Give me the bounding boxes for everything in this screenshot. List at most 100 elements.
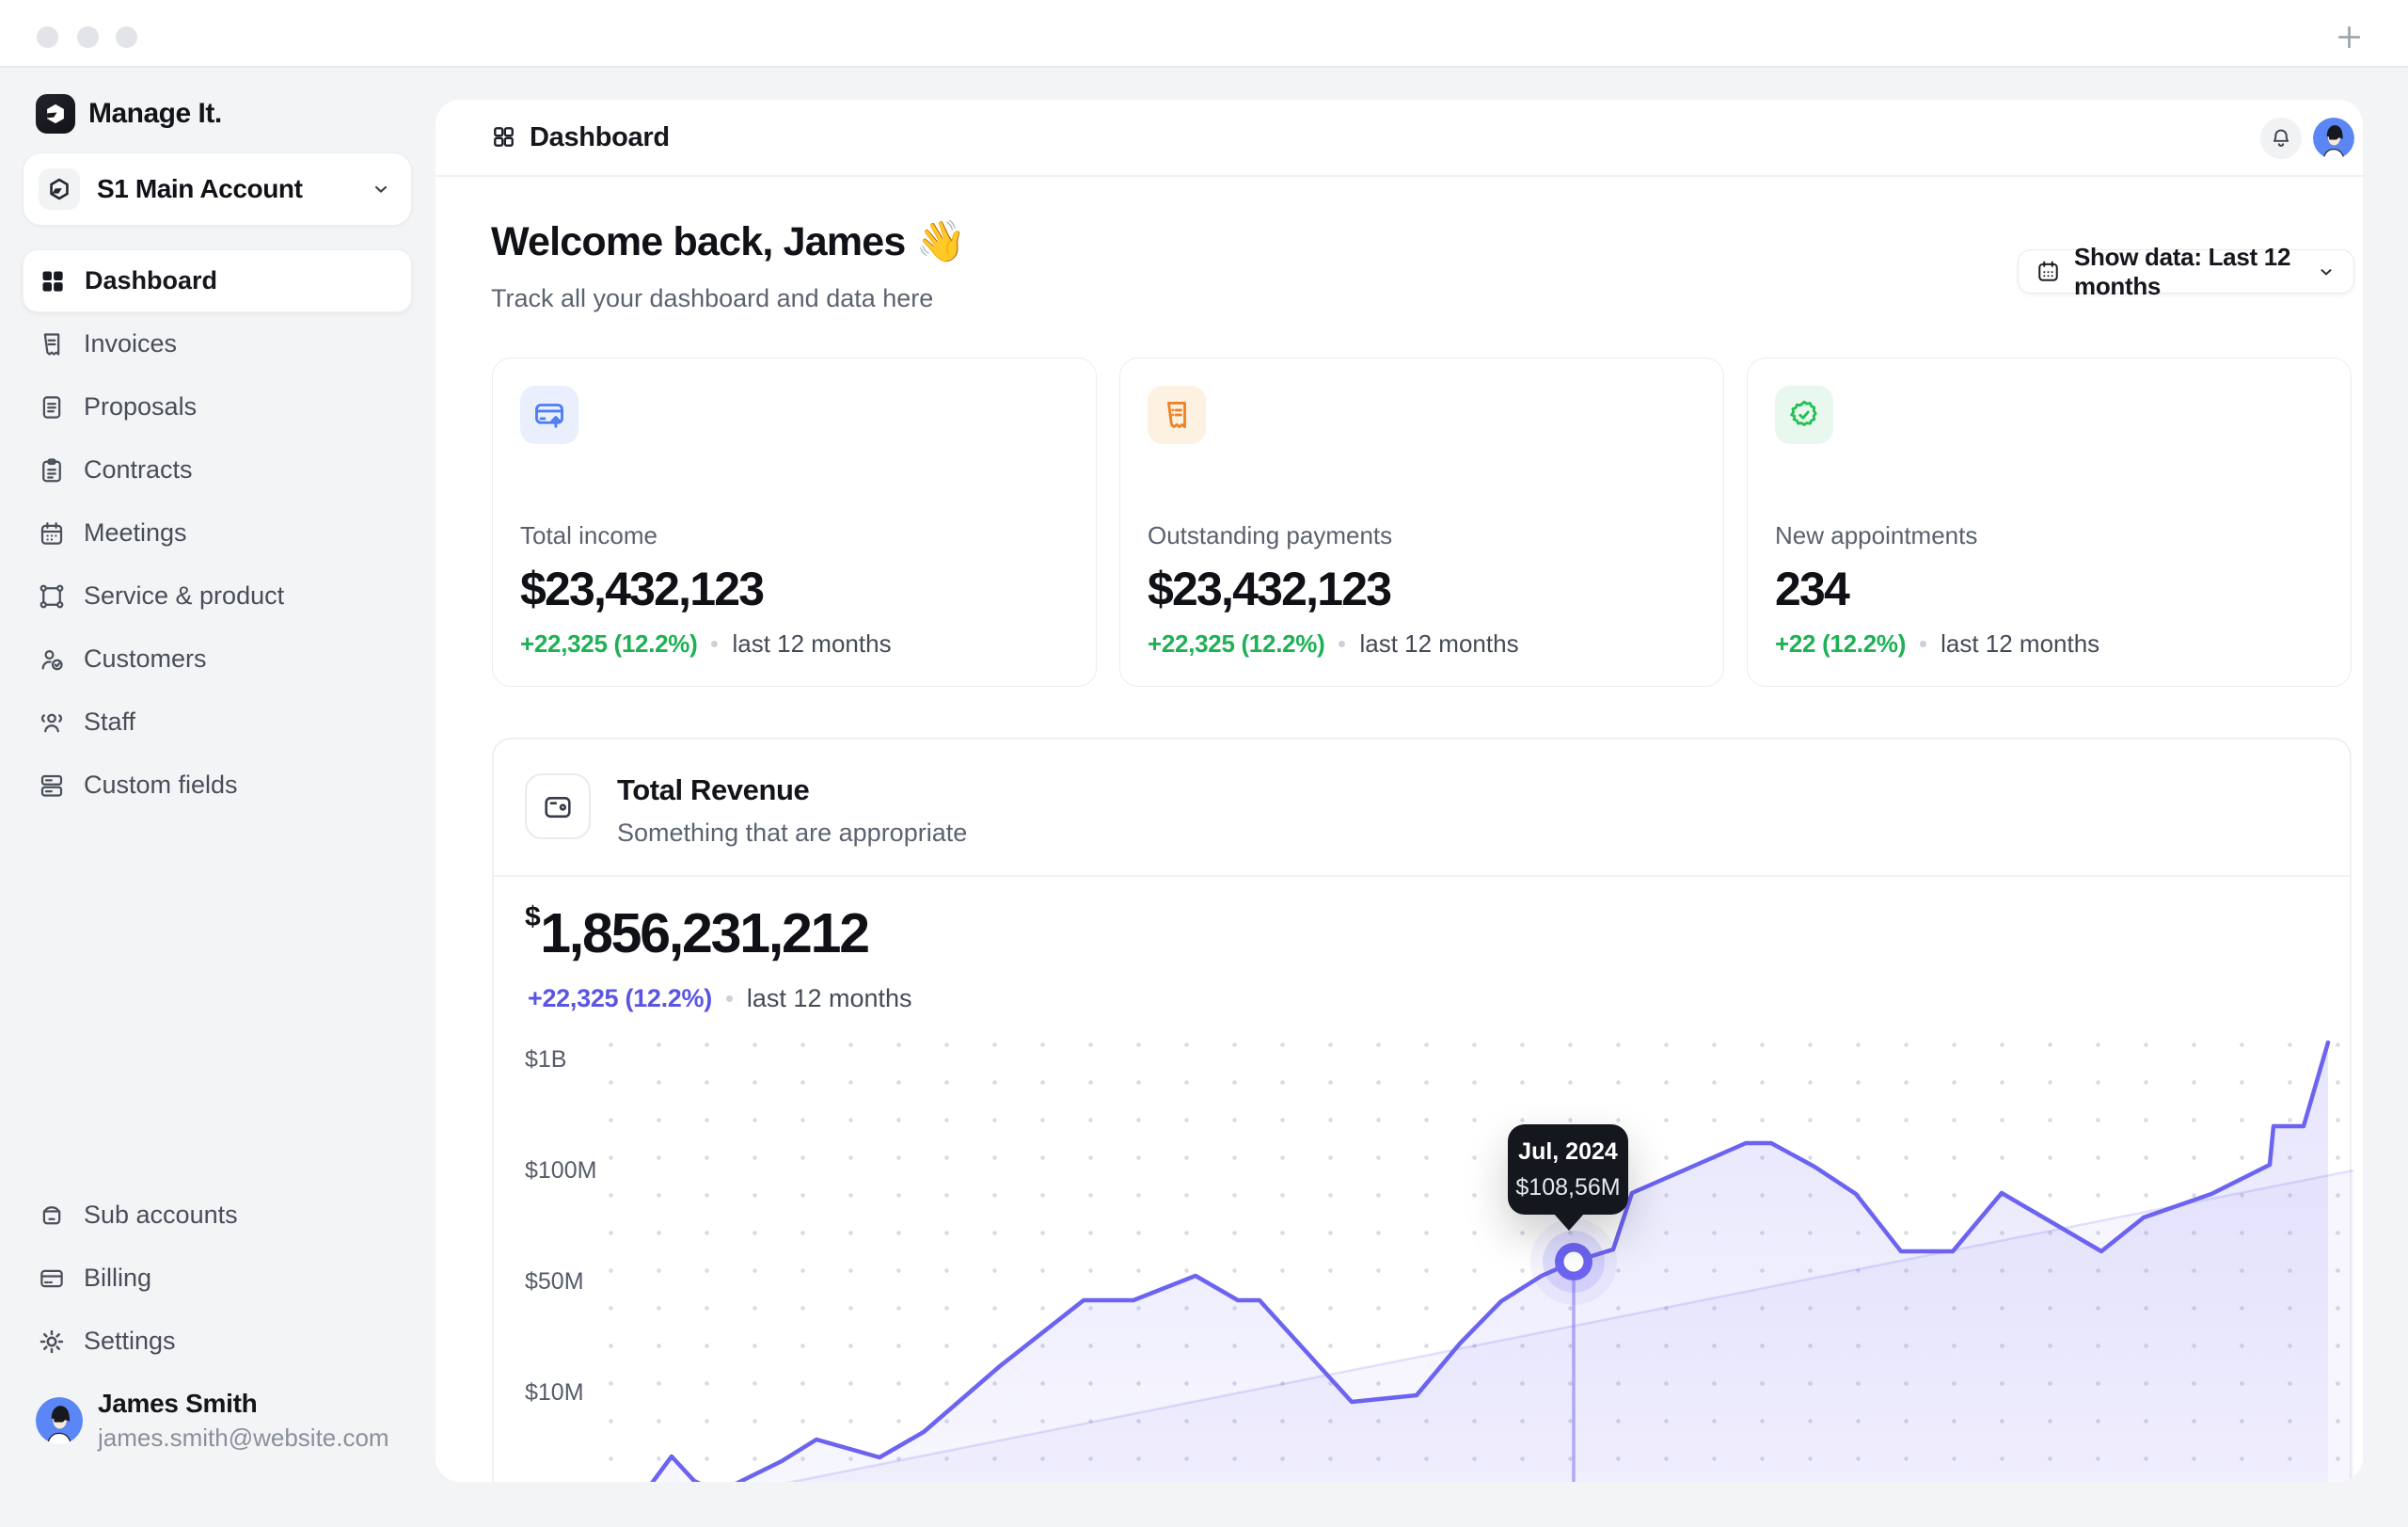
stat-value: 234 xyxy=(1775,562,2323,616)
sidebar-item-label: Contracts xyxy=(84,455,193,485)
revenue-value: $1,856,231,212 xyxy=(525,901,868,965)
stat-period: last 12 months xyxy=(1941,629,2099,659)
currency-symbol: $ xyxy=(525,901,540,932)
bell-icon xyxy=(2269,126,2293,151)
user-check-icon xyxy=(38,645,66,674)
page-title: Dashboard xyxy=(530,122,670,153)
stat-card-new-appointments: New appointments 234 +22 (12.2%) last 12… xyxy=(1747,358,2352,687)
vector-nodes-icon xyxy=(38,582,66,611)
revenue-chart-svg xyxy=(494,1027,2353,1482)
sidebar-item-label: Dashboard xyxy=(85,266,217,295)
wallet-icon xyxy=(525,773,591,839)
window-minimize-button[interactable] xyxy=(77,26,99,48)
dot-separator xyxy=(711,641,718,647)
sidebar-item-label: Service & product xyxy=(84,581,284,611)
sidebar-item-label: Staff xyxy=(84,708,135,737)
sidebar-user[interactable]: James Smith james.smith@website.com xyxy=(36,1389,389,1453)
divider xyxy=(494,875,2350,877)
sidebar-item-label: Meetings xyxy=(84,518,187,548)
sidebar-item-label: Proposals xyxy=(84,392,197,422)
new-tab-plus-icon[interactable] xyxy=(2335,23,2364,52)
receipt-icon xyxy=(38,330,66,358)
document-icon xyxy=(38,393,66,422)
revenue-chart[interactable]: $1B $100M $50M $10M Jul, 2024 $108,56M xyxy=(494,1027,2353,1482)
brand-name: Manage It. xyxy=(88,98,222,130)
grid-icon xyxy=(39,267,67,295)
main-panel: Dashboard Welcome back, James 👋 Track al… xyxy=(436,100,2363,1482)
clipboard-icon xyxy=(38,456,66,485)
filter-label: Show data: Last 12 months xyxy=(2074,243,2303,301)
sidebar-item-label: Invoices xyxy=(84,329,177,358)
dashboard-grid-icon xyxy=(491,124,516,150)
receipt-icon xyxy=(1148,386,1206,444)
card-arrow-up-icon xyxy=(520,386,578,444)
stacked-cards-icon xyxy=(38,771,66,800)
sidebar-item-label: Custom fields xyxy=(84,771,238,800)
sidebar-item-contracts[interactable]: Contracts xyxy=(23,438,412,501)
account-name: S1 Main Account xyxy=(97,174,370,204)
sidebar-item-label: Sub accounts xyxy=(84,1201,238,1230)
stat-value: $23,432,123 xyxy=(520,562,1069,616)
sidebar-nav: Dashboard Invoices Proposals Contracts xyxy=(23,249,412,817)
sidebar-item-invoices[interactable]: Invoices xyxy=(23,312,412,375)
stat-card-outstanding-payments: Outstanding payments $23,432,123 +22,325… xyxy=(1119,358,1724,687)
sidebar-item-staff[interactable]: Staff xyxy=(23,691,412,754)
sidebar-item-dashboard[interactable]: Dashboard xyxy=(23,249,412,312)
sidebar-item-service-product[interactable]: Service & product xyxy=(23,565,412,628)
revenue-delta: +22,325 (12.2%) xyxy=(528,984,712,1013)
sidebar-item-custom-fields[interactable]: Custom fields xyxy=(23,754,412,817)
revenue-period: last 12 months xyxy=(747,984,912,1013)
people-icon xyxy=(38,708,66,737)
badge-check-icon xyxy=(1775,386,1833,444)
credit-card-icon xyxy=(38,1265,66,1293)
tooltip-value: $108,56M xyxy=(1515,1174,1620,1201)
stat-period: last 12 months xyxy=(732,629,891,659)
chevron-down-icon xyxy=(370,178,392,200)
stat-label: Total income xyxy=(520,521,1069,550)
revenue-subtitle: Something that are appropriate xyxy=(617,819,967,848)
box-icon xyxy=(38,1201,66,1230)
date-range-filter-button[interactable]: Show data: Last 12 months xyxy=(2018,249,2354,294)
sidebar-item-label: Billing xyxy=(84,1264,151,1293)
sidebar-item-settings[interactable]: Settings xyxy=(23,1310,412,1373)
notifications-button[interactable] xyxy=(2260,118,2302,159)
sidebar-item-sub-accounts[interactable]: Sub accounts xyxy=(23,1184,412,1247)
sidebar-item-billing[interactable]: Billing xyxy=(23,1247,412,1310)
window-titlebar xyxy=(0,0,2408,68)
sidebar-item-label: Customers xyxy=(84,644,207,674)
stat-cards-row: Total income $23,432,123 +22,325 (12.2%)… xyxy=(492,358,2352,687)
stat-period: last 12 months xyxy=(1359,629,1518,659)
profile-avatar[interactable] xyxy=(2313,118,2354,159)
window-maximize-button[interactable] xyxy=(116,26,137,48)
chevron-down-icon xyxy=(2316,262,2337,282)
stat-value: $23,432,123 xyxy=(1148,562,1696,616)
dot-separator xyxy=(726,995,733,1002)
dot-separator xyxy=(1920,641,1926,647)
account-hexagon-icon xyxy=(39,168,80,210)
welcome-title: Welcome back, James 👋 xyxy=(491,218,965,265)
stat-label: New appointments xyxy=(1775,521,2323,550)
page-header: Dashboard xyxy=(436,100,2363,177)
user-email: james.smith@website.com xyxy=(98,1424,389,1453)
stat-delta: +22,325 (12.2%) xyxy=(520,629,697,659)
window-close-button[interactable] xyxy=(37,26,58,48)
calendar-icon xyxy=(38,519,66,548)
calendar-icon xyxy=(2036,259,2061,284)
sidebar-secondary-nav: Sub accounts Billing Settings xyxy=(23,1184,412,1373)
stat-delta: +22,325 (12.2%) xyxy=(1148,629,1324,659)
sidebar-item-customers[interactable]: Customers xyxy=(23,628,412,691)
brand: Manage It. xyxy=(23,94,412,134)
sidebar-item-meetings[interactable]: Meetings xyxy=(23,501,412,565)
user-name: James Smith xyxy=(98,1389,389,1419)
total-revenue-card: Total Revenue Something that are appropr… xyxy=(492,738,2352,1482)
welcome-subtitle: Track all your dashboard and data here xyxy=(491,284,933,313)
sidebar-item-proposals[interactable]: Proposals xyxy=(23,375,412,438)
tooltip-date: Jul, 2024 xyxy=(1518,1138,1618,1166)
chart-tooltip: Jul, 2024 $108,56M xyxy=(1508,1124,1628,1215)
avatar xyxy=(36,1397,83,1444)
account-switcher[interactable]: S1 Main Account xyxy=(23,152,412,226)
sidebar: Manage It. S1 Main Account Dashboard xyxy=(23,94,412,817)
dot-separator xyxy=(1339,641,1345,647)
stat-card-total-income: Total income $23,432,123 +22,325 (12.2%)… xyxy=(492,358,1097,687)
stat-delta: +22 (12.2%) xyxy=(1775,629,1906,659)
